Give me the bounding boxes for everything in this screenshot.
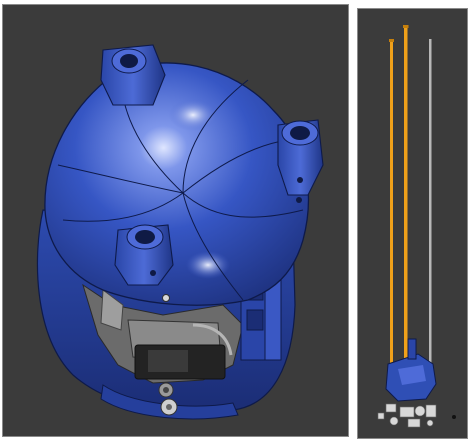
mount-post-right xyxy=(277,119,324,196)
screw-dot xyxy=(162,294,170,302)
mount-post-center xyxy=(114,224,174,286)
dome-top xyxy=(44,62,310,306)
mount-post-top xyxy=(100,44,166,106)
rod-center xyxy=(404,27,408,369)
rod-right xyxy=(429,39,432,369)
side-small-parts xyxy=(377,403,437,428)
rod-left xyxy=(390,41,393,371)
screenshot-frame xyxy=(0,0,469,439)
right-viewport[interactable] xyxy=(357,8,468,439)
left-viewport[interactable] xyxy=(2,4,349,437)
side-view-render xyxy=(377,25,456,428)
enclosure-render xyxy=(36,44,324,420)
side-blue-part xyxy=(385,338,437,402)
